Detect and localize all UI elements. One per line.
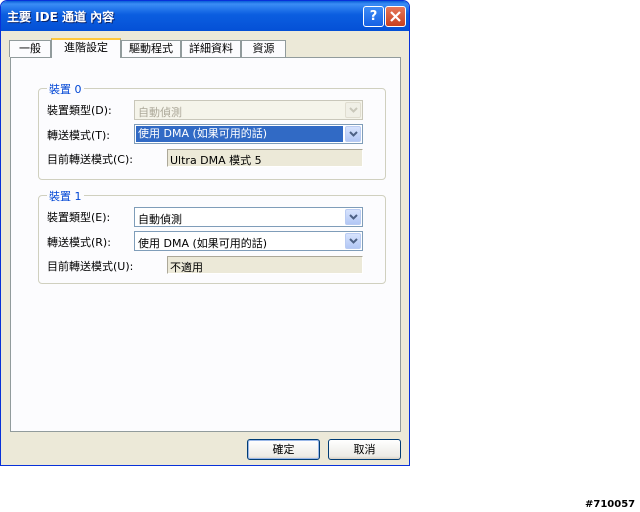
tab-details[interactable]: 詳細資料: [181, 40, 241, 57]
device0-mode-label: 轉送模式(T):: [47, 129, 111, 142]
tab-panel: 裝置 0 裝置類型(D): 自動偵測 轉送模式(T): 使用 DMA (如果可用…: [10, 57, 401, 432]
chevron-down-icon: [345, 233, 361, 249]
device1-mode-select[interactable]: 使用 DMA (如果可用的話): [134, 231, 363, 251]
device0-type-select[interactable]: 自動偵測: [134, 100, 363, 120]
device0-mode-select[interactable]: 使用 DMA (如果可用的話): [134, 124, 363, 144]
tab-general[interactable]: 一般: [9, 40, 51, 57]
window-title: 主要 IDE 通道 內容: [7, 10, 115, 24]
cancel-button[interactable]: 取消: [328, 439, 401, 460]
device0-type-label: 裝置類型(D):: [47, 104, 112, 117]
device1-group-label: 裝置 1: [47, 188, 84, 204]
device1-current-mode-field: 不適用: [167, 256, 363, 274]
tab-advanced-settings[interactable]: 進階設定: [51, 38, 121, 58]
help-button[interactable]: ?: [363, 6, 384, 27]
device1-type-select[interactable]: 自動偵測: [134, 207, 363, 227]
device0-group: 裝置 0 裝置類型(D): 自動偵測 轉送模式(T): 使用 DMA (如果可用…: [38, 81, 386, 180]
device1-mode-value: 使用 DMA (如果可用的話): [138, 237, 268, 250]
device1-group: 裝置 1 裝置類型(E): 自動偵測 轉送模式(R): 使用 DMA (如果可用…: [38, 188, 386, 284]
device0-type-value: 自動偵測: [138, 106, 182, 119]
title-bar[interactable]: 主要 IDE 通道 內容 ?: [1, 1, 409, 31]
device1-type-value: 自動偵測: [138, 213, 182, 226]
device0-current-mode-value: Ultra DMA 模式 5: [170, 154, 262, 167]
question-icon: ?: [369, 9, 378, 24]
device0-mode-value: 使用 DMA (如果可用的話): [136, 126, 343, 142]
device1-current-mode-value: 不適用: [170, 261, 203, 274]
tab-driver[interactable]: 驅動程式: [121, 40, 181, 57]
chevron-down-icon: [345, 126, 361, 142]
device0-group-label: 裝置 0: [47, 81, 84, 97]
chevron-down-icon: [345, 209, 361, 225]
properties-dialog: 主要 IDE 通道 內容 ? 一般 進階設定 驅動程式 詳細資料 資源 裝置 0…: [0, 0, 410, 466]
device0-current-mode-field: Ultra DMA 模式 5: [167, 149, 363, 167]
chevron-down-icon: [345, 102, 361, 118]
device1-mode-label: 轉送模式(R):: [47, 236, 111, 249]
close-button[interactable]: [385, 6, 406, 27]
tab-resources[interactable]: 資源: [241, 40, 286, 57]
device1-type-label: 裝置類型(E):: [47, 211, 111, 224]
device1-current-mode-label: 目前轉送模式(U):: [47, 260, 134, 273]
ok-button[interactable]: 確定: [247, 439, 320, 460]
close-icon: [390, 11, 401, 22]
watermark-id: #710057: [585, 499, 636, 510]
device0-current-mode-label: 目前轉送模式(C):: [47, 153, 133, 166]
